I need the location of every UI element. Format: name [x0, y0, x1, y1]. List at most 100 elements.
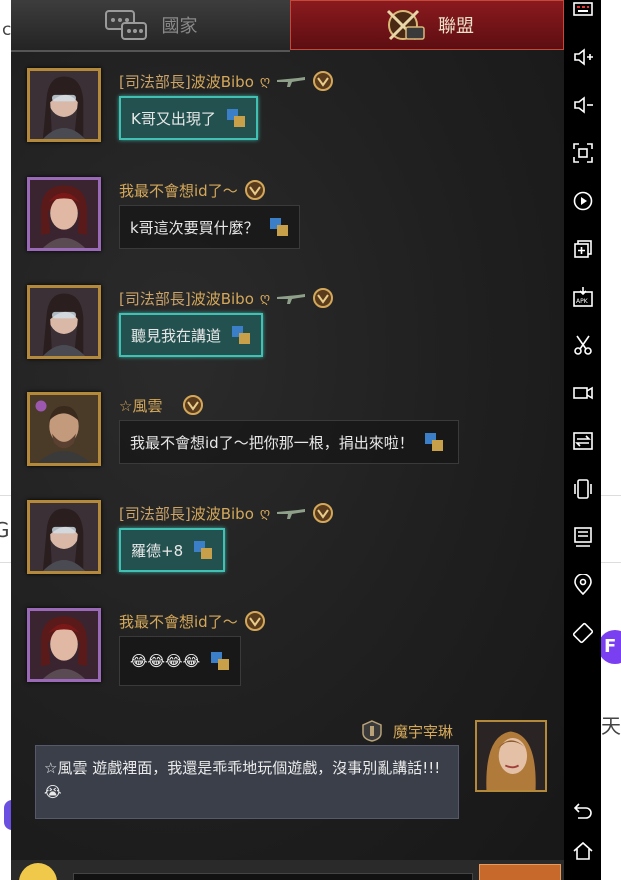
desktop-icon[interactable] — [570, 524, 596, 550]
own-sender-name[interactable]: 魔宇宰琳 — [393, 721, 453, 742]
video-icon[interactable] — [570, 380, 596, 406]
rotate-icon[interactable] — [570, 620, 596, 646]
avatar[interactable] — [27, 392, 101, 466]
message-bubble[interactable]: k哥這次要買什麼？ — [119, 205, 300, 249]
sender-name[interactable]: 波波Bibo — [191, 71, 254, 92]
background-floating-button[interactable]: F — [598, 630, 621, 664]
player-portrait-icon — [30, 288, 98, 356]
heart-symbol: ღ — [259, 505, 271, 521]
player-portrait-icon — [30, 395, 98, 463]
sender-line: 我最不會想id了～ — [119, 179, 266, 201]
chat-bubbles-icon — [104, 10, 147, 40]
home-icon[interactable] — [570, 838, 596, 864]
rank-badge-icon — [313, 503, 334, 523]
avatar[interactable] — [27, 68, 101, 142]
rifle-icon — [277, 294, 306, 304]
avatar[interactable] — [27, 500, 101, 574]
sender-rank: [司法部長] — [119, 504, 191, 523]
chat-input-bar — [11, 860, 564, 880]
screenshot-icon[interactable] — [570, 140, 596, 166]
chat-input[interactable] — [73, 873, 473, 880]
chat-channel-tabs: 國家 聯盟 — [11, 0, 564, 52]
back-icon[interactable] — [570, 798, 596, 824]
message-text: 😂😂😂😂 — [130, 652, 201, 670]
sender-rank: [司法部長] — [119, 289, 191, 308]
avatar[interactable] — [27, 177, 101, 251]
own-sender-line: 魔宇宰琳 — [361, 720, 453, 742]
scissors-icon[interactable] — [570, 332, 596, 358]
sender-line: [司法部長] 波波Bibo ღ — [119, 287, 334, 309]
rank-badge-icon — [362, 720, 382, 742]
avatar[interactable] — [27, 285, 101, 359]
message-text: 聽見我在講道 — [131, 326, 222, 345]
sender-name[interactable]: 我最不會想id了～ — [119, 180, 238, 201]
rifle-icon — [277, 509, 306, 519]
volume-down-icon[interactable] — [570, 92, 596, 118]
sender-name[interactable]: 我最不會想id了～ — [119, 611, 238, 632]
player-portrait-icon — [30, 611, 98, 679]
tab-alliance[interactable]: 聯盟 — [290, 0, 564, 50]
svg-text:APK: APK — [576, 298, 589, 305]
rifle-icon — [277, 77, 306, 87]
sender-rank: [司法部長] — [119, 72, 191, 91]
send-button[interactable] — [479, 864, 561, 880]
crying-emoji: 😭 — [44, 783, 62, 801]
volume-up-icon[interactable] — [570, 44, 596, 70]
background-text-fragment: G — [0, 518, 10, 542]
sender-line: ☆風雲 — [119, 394, 204, 416]
background-text-fragment: c — [2, 20, 12, 40]
rank-badge-icon — [313, 288, 334, 308]
emoji-button[interactable] — [19, 863, 57, 880]
sender-name[interactable]: ☆風雲 — [119, 395, 162, 416]
location-icon[interactable] — [570, 572, 596, 598]
tab-alliance-label: 聯盟 — [438, 16, 474, 37]
game-chat-window: 國家 聯盟 [司法部長] 波波Bibo ღ K哥又出現了 我最不會想id了～ k… — [11, 0, 564, 880]
tab-country[interactable]: 國家 — [11, 0, 290, 52]
player-portrait-icon — [30, 71, 98, 139]
translate-icon[interactable] — [226, 108, 246, 128]
keyboard-icon[interactable] — [570, 0, 596, 22]
message-bubble[interactable]: 聽見我在講道 — [119, 313, 264, 357]
multi-window-icon[interactable] — [570, 236, 596, 262]
sender-line: [司法部長] 波波Bibo ღ — [119, 502, 334, 524]
background-text-fragment: 天 — [601, 714, 621, 738]
sender-line: [司法部長] 波波Bibo ღ — [119, 70, 334, 92]
sync-icon[interactable] — [570, 428, 596, 454]
rank-badge-icon — [313, 71, 334, 91]
crossed-swords-icon — [386, 9, 425, 41]
message-bubble[interactable]: K哥又出現了 — [119, 96, 258, 140]
rank-badge-icon — [244, 180, 265, 200]
emulator-toolbar: APK — [564, 0, 601, 880]
heart-symbol: ღ — [259, 290, 271, 306]
player-portrait-icon — [30, 180, 98, 248]
message-bubble[interactable]: 我最不會想id了～把你那一根，捐出來啦！ — [119, 420, 459, 464]
rank-badge-icon — [244, 611, 265, 631]
apk-install-icon[interactable]: APK — [570, 284, 596, 310]
chat-message-list[interactable]: [司法部長] 波波Bibo ღ K哥又出現了 我最不會想id了～ k哥這次要買什… — [11, 50, 564, 860]
message-text: ☆風雲 遊戲裡面，我還是乖乖地玩個遊戲，沒事別亂講話!!! — [44, 759, 441, 777]
translate-icon[interactable] — [424, 432, 444, 452]
translate-icon[interactable] — [269, 217, 289, 237]
message-text: k哥這次要買什麼？ — [130, 218, 259, 237]
translate-icon[interactable] — [231, 325, 251, 345]
sender-line: 我最不會想id了～ — [119, 610, 266, 632]
player-portrait-icon — [30, 503, 98, 571]
avatar[interactable] — [27, 608, 101, 682]
record-icon[interactable] — [570, 188, 596, 214]
player-portrait-icon — [477, 722, 545, 790]
own-message-bubble[interactable]: ☆風雲 遊戲裡面，我還是乖乖地玩個遊戲，沒事別亂講話!!! 😭 — [35, 745, 459, 819]
rank-badge-icon — [183, 395, 204, 415]
heart-symbol: ღ — [259, 73, 271, 89]
shake-icon[interactable] — [570, 476, 596, 502]
message-text: 羅德+8 — [131, 541, 184, 560]
message-text: K哥又出現了 — [131, 109, 216, 128]
tab-country-label: 國家 — [161, 16, 198, 37]
message-bubble[interactable]: 😂😂😂😂 — [119, 636, 242, 686]
own-avatar[interactable] — [475, 720, 547, 792]
translate-icon[interactable] — [193, 540, 213, 560]
message-text: 我最不會想id了～把你那一根，捐出來啦！ — [130, 433, 414, 452]
sender-name[interactable]: 波波Bibo — [191, 288, 254, 309]
message-bubble[interactable]: 羅德+8 — [119, 528, 226, 572]
sender-name[interactable]: 波波Bibo — [191, 503, 254, 524]
translate-icon[interactable] — [210, 651, 230, 671]
